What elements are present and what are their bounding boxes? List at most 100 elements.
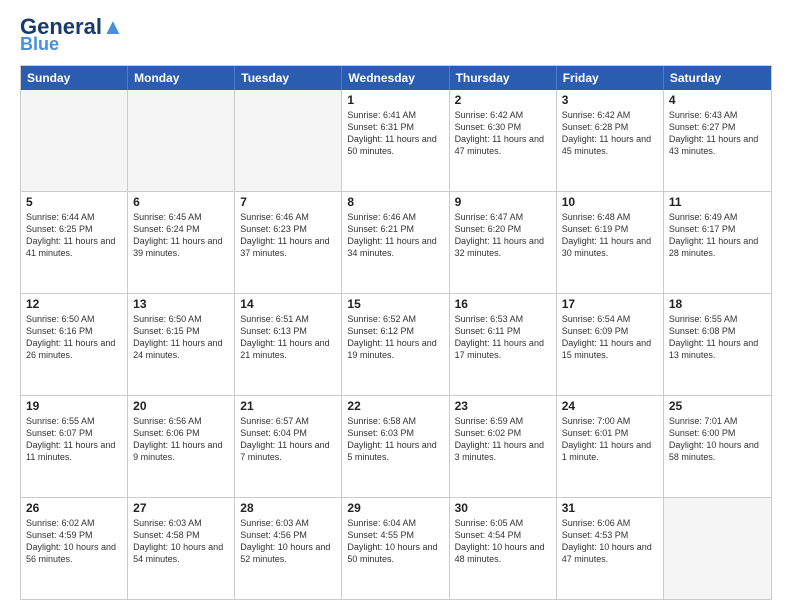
day-number: 18 <box>669 297 766 311</box>
day-info: Sunrise: 6:06 AM Sunset: 4:53 PM Dayligh… <box>562 517 658 566</box>
day-info: Sunrise: 7:00 AM Sunset: 6:01 PM Dayligh… <box>562 415 658 464</box>
empty-cell <box>235 90 342 191</box>
day-cell-25: 25Sunrise: 7:01 AM Sunset: 6:00 PM Dayli… <box>664 396 771 497</box>
day-cell-22: 22Sunrise: 6:58 AM Sunset: 6:03 PM Dayli… <box>342 396 449 497</box>
day-number: 30 <box>455 501 551 515</box>
day-info: Sunrise: 6:50 AM Sunset: 6:15 PM Dayligh… <box>133 313 229 362</box>
day-cell-23: 23 Sunrise: 6:59 AM Sunset: 6:02 PM Dayli… <box>450 396 557 497</box>
week-row-5: 26 Sunrise: 6:02 AM Sunset: 4:59 PM Dayli… <box>21 498 771 599</box>
logo-blue: Blue <box>20 34 59 55</box>
day-cell-15: 15Sunrise: 6:52 AM Sunset: 6:12 PM Dayli… <box>342 294 449 395</box>
day-info: Sunrise: 6:50 AM Sunset: 6:16 PM Dayligh… <box>26 313 122 362</box>
day-info: Sunrise: 6:59 AM Sunset: 6:02 PM Dayligh… <box>455 415 551 464</box>
day-cell-12: 12 Sunrise: 6:50 AM Sunset: 6:16 PM Dayli… <box>21 294 128 395</box>
day-number: 12 <box>26 297 122 311</box>
day-info: Sunrise: 6:45 AM Sunset: 6:24 PM Dayligh… <box>133 211 229 260</box>
day-info: Sunrise: 6:48 AM Sunset: 6:19 PM Dayligh… <box>562 211 658 260</box>
day-number: 28 <box>240 501 336 515</box>
day-number: 11 <box>669 195 766 209</box>
day-info: Sunrise: 6:41 AM Sunset: 6:31 PM Dayligh… <box>347 109 443 158</box>
day-info: Sunrise: 6:44 AM Sunset: 6:25 PM Dayligh… <box>26 211 122 260</box>
day-info: Sunrise: 6:55 AM Sunset: 6:07 PM Dayligh… <box>26 415 122 464</box>
day-cell-2: 2 Sunrise: 6:42 AM Sunset: 6:30 PM Daylig… <box>450 90 557 191</box>
day-info: Sunrise: 6:53 AM Sunset: 6:11 PM Dayligh… <box>455 313 551 362</box>
day-number: 13 <box>133 297 229 311</box>
day-header-wednesday: Wednesday <box>342 66 449 90</box>
day-cell-26: 26 Sunrise: 6:02 AM Sunset: 4:59 PM Dayli… <box>21 498 128 599</box>
day-number: 25 <box>669 399 766 413</box>
calendar-page: General▲ Blue SundayMondayTuesdayWednesd… <box>0 0 792 612</box>
day-number: 4 <box>669 93 766 107</box>
empty-cell <box>128 90 235 191</box>
day-cell-14: 14 Sunrise: 6:51 AM Sunset: 6:13 PM Dayli… <box>235 294 342 395</box>
day-number: 5 <box>26 195 122 209</box>
day-number: 21 <box>240 399 336 413</box>
day-number: 7 <box>240 195 336 209</box>
day-cell-16: 16Sunrise: 6:53 AM Sunset: 6:11 PM Dayli… <box>450 294 557 395</box>
day-cell-24: 24 Sunrise: 7:00 AM Sunset: 6:01 PM Dayli… <box>557 396 664 497</box>
day-number: 6 <box>133 195 229 209</box>
day-info: Sunrise: 6:03 AM Sunset: 4:56 PM Dayligh… <box>240 517 336 566</box>
day-number: 9 <box>455 195 551 209</box>
day-cell-13: 13 Sunrise: 6:50 AM Sunset: 6:15 PM Dayli… <box>128 294 235 395</box>
day-info: Sunrise: 6:58 AM Sunset: 6:03 PM Dayligh… <box>347 415 443 464</box>
day-cell-21: 21Sunrise: 6:57 AM Sunset: 6:04 PM Dayli… <box>235 396 342 497</box>
day-number: 24 <box>562 399 658 413</box>
day-number: 23 <box>455 399 551 413</box>
day-info: Sunrise: 6:56 AM Sunset: 6:06 PM Dayligh… <box>133 415 229 464</box>
day-cell-7: 7 Sunrise: 6:46 AM Sunset: 6:23 PM Daylig… <box>235 192 342 293</box>
day-info: Sunrise: 6:47 AM Sunset: 6:20 PM Dayligh… <box>455 211 551 260</box>
day-number: 1 <box>347 93 443 107</box>
day-cell-20: 20 Sunrise: 6:56 AM Sunset: 6:06 PM Dayli… <box>128 396 235 497</box>
day-number: 2 <box>455 93 551 107</box>
day-cell-9: 9 Sunrise: 6:47 AM Sunset: 6:20 PM Daylig… <box>450 192 557 293</box>
day-number: 29 <box>347 501 443 515</box>
day-header-sunday: Sunday <box>21 66 128 90</box>
day-header-thursday: Thursday <box>450 66 557 90</box>
day-cell-11: 11 Sunrise: 6:49 AM Sunset: 6:17 PM Dayli… <box>664 192 771 293</box>
calendar-header: SundayMondayTuesdayWednesdayThursdayFrid… <box>21 66 771 90</box>
day-number: 10 <box>562 195 658 209</box>
day-header-friday: Friday <box>557 66 664 90</box>
day-number: 27 <box>133 501 229 515</box>
day-cell-31: 31Sunrise: 6:06 AM Sunset: 4:53 PM Dayli… <box>557 498 664 599</box>
day-cell-6: 6 Sunrise: 6:45 AM Sunset: 6:24 PM Daylig… <box>128 192 235 293</box>
day-header-monday: Monday <box>128 66 235 90</box>
week-row-2: 5 Sunrise: 6:44 AM Sunset: 6:25 PM Daylig… <box>21 192 771 294</box>
page-header: General▲ Blue <box>20 16 772 55</box>
week-row-1: 1 Sunrise: 6:41 AM Sunset: 6:31 PM Daylig… <box>21 90 771 192</box>
day-cell-10: 10 Sunrise: 6:48 AM Sunset: 6:19 PM Dayli… <box>557 192 664 293</box>
day-info: Sunrise: 6:51 AM Sunset: 6:13 PM Dayligh… <box>240 313 336 362</box>
day-cell-29: 29 Sunrise: 6:04 AM Sunset: 4:55 PM Dayli… <box>342 498 449 599</box>
week-row-3: 12 Sunrise: 6:50 AM Sunset: 6:16 PM Dayli… <box>21 294 771 396</box>
day-info: Sunrise: 6:03 AM Sunset: 4:58 PM Dayligh… <box>133 517 229 566</box>
day-cell-30: 30Sunrise: 6:05 AM Sunset: 4:54 PM Dayli… <box>450 498 557 599</box>
day-cell-19: 19 Sunrise: 6:55 AM Sunset: 6:07 PM Dayli… <box>21 396 128 497</box>
day-number: 20 <box>133 399 229 413</box>
day-info: Sunrise: 6:49 AM Sunset: 6:17 PM Dayligh… <box>669 211 766 260</box>
calendar-body: 1 Sunrise: 6:41 AM Sunset: 6:31 PM Daylig… <box>21 90 771 599</box>
day-info: Sunrise: 6:02 AM Sunset: 4:59 PM Dayligh… <box>26 517 122 566</box>
day-number: 26 <box>26 501 122 515</box>
day-number: 17 <box>562 297 658 311</box>
day-cell-4: 4 Sunrise: 6:43 AM Sunset: 6:27 PM Daylig… <box>664 90 771 191</box>
day-cell-18: 18Sunrise: 6:55 AM Sunset: 6:08 PM Dayli… <box>664 294 771 395</box>
day-cell-17: 17 Sunrise: 6:54 AM Sunset: 6:09 PM Dayli… <box>557 294 664 395</box>
day-info: Sunrise: 6:52 AM Sunset: 6:12 PM Dayligh… <box>347 313 443 362</box>
day-number: 8 <box>347 195 443 209</box>
day-info: Sunrise: 6:42 AM Sunset: 6:28 PM Dayligh… <box>562 109 658 158</box>
day-cell-5: 5 Sunrise: 6:44 AM Sunset: 6:25 PM Daylig… <box>21 192 128 293</box>
day-number: 14 <box>240 297 336 311</box>
day-header-saturday: Saturday <box>664 66 771 90</box>
day-number: 19 <box>26 399 122 413</box>
empty-cell <box>664 498 771 599</box>
day-info: Sunrise: 6:54 AM Sunset: 6:09 PM Dayligh… <box>562 313 658 362</box>
day-info: Sunrise: 6:43 AM Sunset: 6:27 PM Dayligh… <box>669 109 766 158</box>
day-cell-3: 3 Sunrise: 6:42 AM Sunset: 6:28 PM Daylig… <box>557 90 664 191</box>
day-info: Sunrise: 6:42 AM Sunset: 6:30 PM Dayligh… <box>455 109 551 158</box>
day-info: Sunrise: 6:46 AM Sunset: 6:23 PM Dayligh… <box>240 211 336 260</box>
day-info: Sunrise: 6:46 AM Sunset: 6:21 PM Dayligh… <box>347 211 443 260</box>
day-info: Sunrise: 6:04 AM Sunset: 4:55 PM Dayligh… <box>347 517 443 566</box>
day-number: 3 <box>562 93 658 107</box>
empty-cell <box>21 90 128 191</box>
